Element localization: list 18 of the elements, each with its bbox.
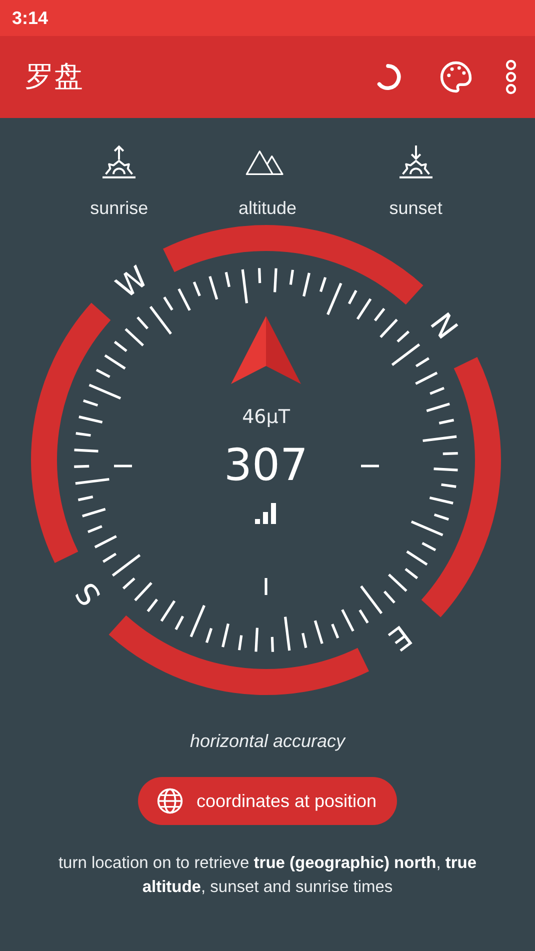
- cardinal-label: N: [422, 306, 464, 346]
- needle-icon: [231, 316, 301, 384]
- signal-icon: [255, 503, 276, 524]
- field-strength: 46μT: [242, 406, 290, 428]
- accuracy-label: horizontal accuracy: [188, 731, 347, 752]
- globe-icon: [156, 787, 184, 815]
- app-title: 罗盘: [25, 60, 84, 95]
- cardinal-label: W: [110, 260, 155, 306]
- heading-value: 307: [224, 440, 308, 491]
- status-time: 3:14: [12, 8, 48, 28]
- info-label[interactable]: sunset: [389, 198, 442, 219]
- info-label[interactable]: sunrise: [90, 198, 148, 219]
- coordinates-button[interactable]: coordinates at position: [138, 777, 397, 825]
- more-icon[interactable]: [505, 59, 517, 95]
- cardinal-label: S: [69, 575, 108, 612]
- location-note: turn location on to retrieve true (geographic) north, true altitude, sunset and sunrise times: [57, 853, 478, 898]
- cardinal-label: E: [382, 618, 418, 657]
- info-label[interactable]: altitude: [238, 198, 296, 219]
